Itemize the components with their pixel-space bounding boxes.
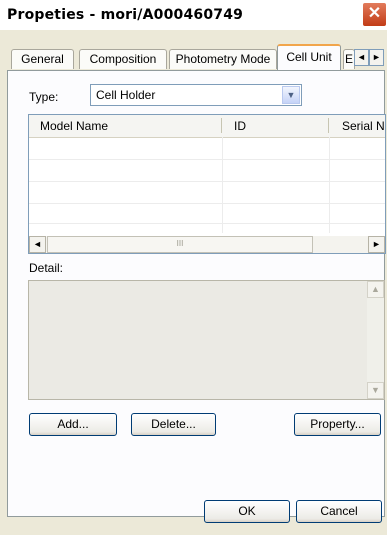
detail-textbox[interactable]: ▲ ▼ — [28, 280, 385, 400]
tab-cell-unit[interactable]: Cell Unit — [277, 44, 341, 70]
ok-button[interactable]: OK — [204, 500, 290, 523]
title-bar[interactable]: Propeties - mori/A000460749 ✕ — [0, 0, 387, 30]
column-gridline — [222, 137, 223, 233]
properties-window: Propeties - mori/A000460749 ✕ General Co… — [0, 0, 387, 535]
detail-label: Detail: — [29, 261, 64, 275]
tab-scroll-left-icon[interactable]: ◄ — [354, 49, 369, 66]
column-divider[interactable] — [221, 118, 222, 133]
list-header: Model Name ID Serial N — [29, 115, 385, 138]
tab-strip: General Composition Photometry Mode Cell… — [7, 44, 385, 70]
scroll-up-icon[interactable]: ▲ — [367, 281, 384, 298]
tab-composition[interactable]: Composition — [79, 49, 167, 69]
column-gridline — [329, 137, 330, 233]
scroll-right-icon[interactable]: ► — [368, 236, 385, 253]
scroll-thumb[interactable]: III — [47, 236, 313, 253]
add-button[interactable]: Add... — [29, 413, 117, 436]
type-select[interactable]: Cell Holder ▼ — [90, 84, 302, 106]
tab-general[interactable]: General — [11, 49, 74, 69]
column-id[interactable]: ID — [234, 119, 246, 133]
horizontal-scrollbar[interactable]: ◄ III ► — [29, 236, 385, 253]
vertical-scrollbar[interactable]: ▲ ▼ — [367, 281, 384, 399]
column-serial[interactable]: Serial N — [342, 119, 385, 133]
delete-button[interactable]: Delete... — [131, 413, 216, 436]
scroll-down-icon[interactable]: ▼ — [367, 382, 384, 399]
row-gridline — [29, 223, 385, 224]
column-divider[interactable] — [328, 118, 329, 133]
row-gridline — [29, 159, 385, 160]
row-gridline — [29, 181, 385, 182]
row-gridline — [29, 203, 385, 204]
window-title: Propeties - mori/A000460749 — [7, 7, 244, 23]
type-label: Type: — [29, 90, 59, 104]
tab-photometry-mode[interactable]: Photometry Mode — [169, 49, 277, 69]
column-model-name[interactable]: Model Name — [40, 119, 108, 133]
close-button[interactable]: ✕ — [362, 2, 387, 27]
cancel-button[interactable]: Cancel — [296, 500, 382, 523]
scroll-left-icon[interactable]: ◄ — [29, 236, 46, 253]
type-select-value: Cell Holder — [96, 88, 156, 102]
chevron-down-icon[interactable]: ▼ — [282, 86, 300, 104]
property-button[interactable]: Property... — [294, 413, 381, 436]
cell-holder-list[interactable]: Model Name ID Serial N ◄ III ► — [28, 114, 386, 254]
tab-scroll-right-icon[interactable]: ► — [369, 49, 384, 66]
